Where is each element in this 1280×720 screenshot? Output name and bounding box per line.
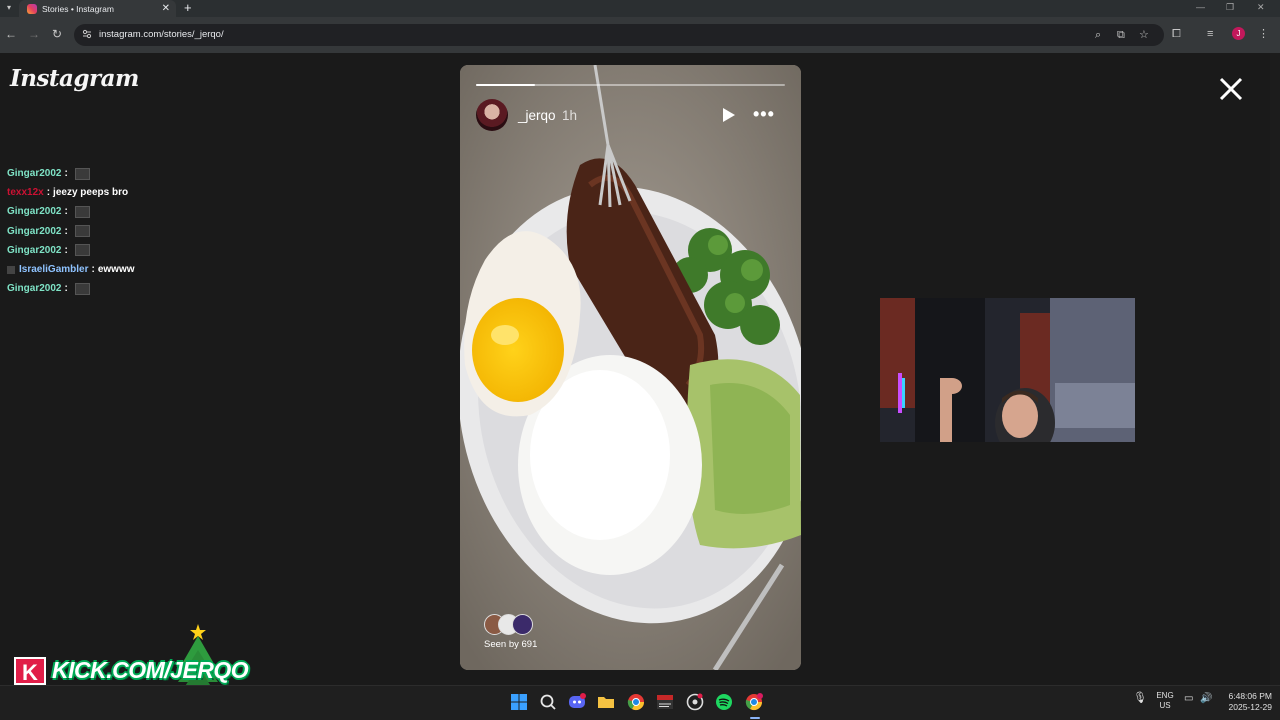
volume-icon[interactable]: 🔊 <box>1200 694 1212 704</box>
chat-separator: : <box>64 168 68 180</box>
maximize-icon[interactable]: ❐ <box>1226 2 1234 13</box>
chat-emote-icon <box>74 244 90 257</box>
chat-emote-icon <box>74 225 90 238</box>
stream-chat: Gingar2002: texx12x: jeezy peeps bro Gingar… <box>7 164 307 298</box>
chat-separator: : <box>91 264 95 276</box>
clock-date: 2025-12-29 <box>1228 702 1272 712</box>
network-icon[interactable]: ▭ <box>1184 694 1193 704</box>
obs-icon[interactable] <box>685 692 705 712</box>
webcam-feed <box>880 298 1135 442</box>
discord-icon[interactable] <box>567 692 587 712</box>
browser-toolbar: ← → ↻ instagram.com/stories/_jerqo/ ⌕ ⧉ … <box>0 17 1280 53</box>
site-settings-icon[interactable] <box>82 29 92 39</box>
forward-arrow-icon[interactable]: → <box>28 27 40 41</box>
chat-separator: : <box>64 244 68 256</box>
kick-url-text: KICK.COM/JERQO <box>52 657 249 683</box>
seen-by-count[interactable]: Seen by 691 <box>484 639 537 650</box>
chat-emote-icon <box>74 282 90 295</box>
story-viewers[interactable] <box>484 614 544 635</box>
windows-start-icon[interactable] <box>509 692 529 712</box>
chat-emote-icon <box>74 205 90 218</box>
story-photo <box>460 65 801 670</box>
chat-badge-icon <box>7 265 15 274</box>
story-progress-bar <box>476 84 785 86</box>
chat-emote-icon <box>74 167 90 180</box>
chat-separator: : <box>46 187 51 199</box>
bookmark-star-icon[interactable]: ☆ <box>1139 29 1149 41</box>
tab-close-icon[interactable]: ✕ <box>162 3 170 14</box>
windows-taskbar: 🎙 ENG US ▭ 🔊 6:48:06 PM 2025-12-29 <box>0 685 1280 720</box>
install-app-icon[interactable]: ⧉ <box>1117 29 1125 41</box>
chat-separator: : <box>64 283 68 295</box>
language-indicator[interactable]: ENG US <box>1154 691 1176 711</box>
kick-logo-icon: K <box>14 657 46 685</box>
active-app-indicator <box>750 717 760 719</box>
chat-username[interactable]: Gingar2002 <box>7 168 61 179</box>
chat-username[interactable]: Gingar2002 <box>7 206 61 217</box>
tab-search-icon[interactable]: ▾ <box>2 1 16 15</box>
file-explorer-icon[interactable] <box>596 692 616 712</box>
clock-time: 6:48:06 PM <box>1228 691 1272 701</box>
close-story-icon[interactable] <box>1216 74 1246 104</box>
back-arrow-icon[interactable]: ← <box>5 27 17 41</box>
chat-message: IsraeliGambler: ewwww <box>7 260 307 279</box>
chat-text: ewwww <box>97 264 135 276</box>
instagram-logo[interactable]: Instagram <box>10 65 139 92</box>
chat-username[interactable]: texx12x <box>7 187 44 198</box>
profile-avatar[interactable]: J <box>1232 27 1245 40</box>
chat-separator: : <box>64 225 68 237</box>
tab-title: Stories • Instagram <box>42 3 114 14</box>
minimize-icon[interactable]: — <box>1196 2 1205 12</box>
chat-text: jeezy peeps bro <box>53 187 129 199</box>
extensions-icon[interactable]: ⧠ <box>1172 28 1181 40</box>
story-user-avatar[interactable] <box>476 99 508 131</box>
screen: ▾ Stories • Instagram ✕ + — ❐ ✕ ← → ↻ in… <box>0 0 1280 720</box>
story-viewer[interactable]: _jerqo 1h ••• Seen by 691 <box>460 65 801 670</box>
language-label: ENG <box>1156 691 1174 700</box>
webcam-overlay <box>880 298 1135 442</box>
instagram-favicon-icon <box>27 3 37 14</box>
browser-menu-icon[interactable]: ⋮ <box>1258 28 1269 40</box>
scrollbar[interactable] <box>1270 53 1280 685</box>
chat-username[interactable]: Gingar2002 <box>7 283 61 294</box>
chat-separator: : <box>64 206 68 218</box>
search-icon[interactable] <box>538 692 558 712</box>
browser-tab-bar: ▾ Stories • Instagram ✕ + — ❐ ✕ <box>0 0 1280 17</box>
story-progress-fill <box>476 84 535 86</box>
chat-username[interactable]: Gingar2002 <box>7 245 61 256</box>
microphone-icon[interactable]: 🎙 <box>1133 693 1147 704</box>
spotify-icon[interactable] <box>714 692 734 712</box>
viewer-avatar <box>512 614 533 635</box>
region-label: US <box>1159 701 1171 710</box>
url-text: instagram.com/stories/_jerqo/ <box>99 29 224 40</box>
chat-message: Gingar2002: <box>7 279 307 298</box>
chrome-profile-icon[interactable] <box>744 692 764 712</box>
stream-app-icon[interactable] <box>655 692 675 712</box>
reload-icon[interactable]: ↻ <box>52 27 62 41</box>
chrome-icon[interactable] <box>626 692 646 712</box>
chat-username[interactable]: Gingar2002 <box>7 226 61 237</box>
zoom-icon[interactable]: ⌕ <box>1095 29 1101 41</box>
new-tab-button[interactable]: + <box>184 0 192 16</box>
chat-username[interactable]: IsraeliGambler <box>19 264 88 275</box>
chat-message: Gingar2002: <box>7 164 307 183</box>
address-bar[interactable]: instagram.com/stories/_jerqo/ ⌕ ⧉ ☆ <box>74 24 1164 46</box>
browser-tab[interactable]: Stories • Instagram ✕ <box>19 0 176 17</box>
chat-message: Gingar2002: <box>7 222 307 241</box>
chat-message: texx12x: jeezy peeps bro <box>7 183 307 202</box>
media-control-icon[interactable]: ≡ <box>1207 28 1213 40</box>
window-close-icon[interactable]: ✕ <box>1257 2 1265 13</box>
story-username[interactable]: _jerqo <box>518 108 556 123</box>
system-clock[interactable]: 6:48:06 PM 2025-12-29 <box>1229 691 1272 713</box>
chat-message: Gingar2002: <box>7 202 307 221</box>
chat-message: Gingar2002: <box>7 241 307 260</box>
more-options-icon[interactable]: ••• <box>753 105 775 123</box>
story-timestamp: 1h <box>562 108 578 123</box>
kick-banner: K KICK.COM/JERQO <box>14 655 249 687</box>
play-icon[interactable] <box>722 107 736 123</box>
